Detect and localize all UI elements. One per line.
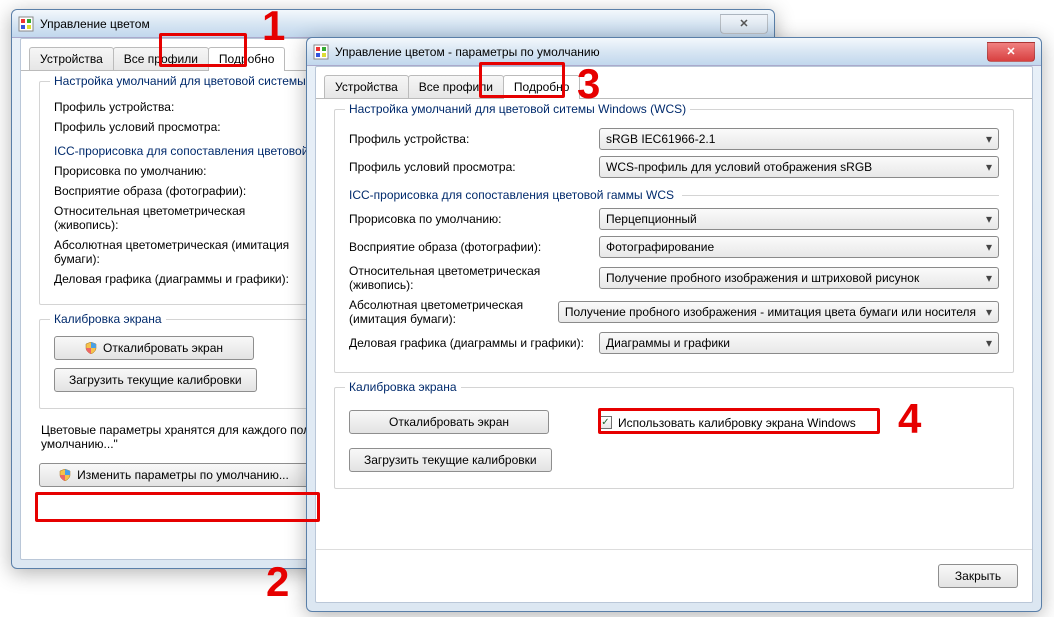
label-relative-color: Относительная цветометрическая (живопись…	[54, 204, 304, 232]
absolute-color-combo[interactable]: Получение пробного изображения - имитаци…	[558, 301, 999, 323]
combo-value: Перцепционный	[606, 212, 697, 226]
calibrate-screen-button[interactable]: Откалибровать экран	[349, 410, 549, 434]
titlebar[interactable]: Управление цветом - параметры по умолчан…	[307, 38, 1041, 66]
load-calibration-button[interactable]: Загрузить текущие калибровки	[54, 368, 257, 392]
color-management-icon	[313, 44, 329, 60]
group-legend: Калибровка экрана	[345, 380, 461, 394]
button-label: Загрузить текущие калибровки	[69, 373, 242, 387]
color-management-defaults-window: Управление цветом - параметры по умолчан…	[306, 37, 1042, 612]
uac-shield-icon	[59, 469, 71, 481]
tab-devices[interactable]: Устройства	[324, 75, 409, 98]
label-device-profile: Профиль устройства:	[349, 132, 599, 146]
button-label: Откалибровать экран	[103, 341, 223, 355]
label-render-default: Прорисовка по умолчанию:	[54, 164, 304, 178]
wcs-defaults-group: Настройка умолчаний для цветовой ситемы …	[334, 109, 1014, 373]
render-default-combo[interactable]: Перцепционный	[599, 208, 999, 230]
button-label: Загрузить текущие калибровки	[364, 453, 537, 467]
button-label: Откалибровать экран	[389, 415, 509, 429]
relative-color-combo[interactable]: Получение пробного изображения и штрихов…	[599, 267, 999, 289]
change-defaults-button[interactable]: Изменить параметры по умолчанию...	[39, 463, 309, 487]
tabs: Устройства Все профили Подробно	[316, 67, 1032, 99]
client-area: Устройства Все профили Подробно Настройк…	[315, 66, 1033, 603]
titlebar[interactable]: Управление цветом ✕	[12, 10, 774, 38]
tab-all-profiles[interactable]: Все профили	[408, 75, 504, 98]
load-calibration-button[interactable]: Загрузить текущие калибровки	[349, 448, 552, 472]
label-relative-color: Относительная цветометрическая (живопись…	[349, 264, 599, 292]
label-absolute-color: Абсолютная цветометрическая (имитация бу…	[349, 298, 558, 326]
color-management-icon	[18, 16, 34, 32]
window-title: Управление цветом - параметры по умолчан…	[335, 45, 987, 59]
button-label: Закрыть	[955, 569, 1001, 583]
group-legend: Калибровка экрана	[50, 312, 166, 326]
label-viewing-profile: Профиль условий просмотра:	[54, 120, 304, 134]
label-perceptual: Восприятие образа (фотографии):	[54, 184, 304, 198]
tab-all-profiles[interactable]: Все профили	[113, 47, 209, 70]
label-viewing-profile: Профиль условий просмотра:	[349, 160, 599, 174]
combo-value: WCS-профиль для условий отображения sRGB	[606, 160, 872, 174]
close-icon: ✕	[1006, 45, 1015, 58]
perceptual-combo[interactable]: Фотографирование	[599, 236, 999, 258]
window-title: Управление цветом	[40, 17, 720, 31]
use-windows-calibration-checkbox[interactable]: ✓ Использовать калибровку экрана Windows	[599, 416, 856, 430]
button-label: Изменить параметры по умолчанию...	[77, 468, 289, 482]
close-icon: ✕	[739, 17, 748, 30]
label-device-profile: Профиль устройства:	[54, 100, 304, 114]
close-button[interactable]: ✕	[987, 42, 1035, 62]
label-business: Деловая графика (диаграммы и графики):	[54, 272, 304, 286]
combo-value: Получение пробного изображения и штрихов…	[606, 271, 919, 285]
label-perceptual: Восприятие образа (фотографии):	[349, 240, 599, 254]
combo-value: Фотографирование	[606, 240, 714, 254]
combo-value: Получение пробного изображения - имитаци…	[565, 305, 976, 319]
device-profile-combo[interactable]: sRGB IEC61966-2.1	[599, 128, 999, 150]
checkbox-label: Использовать калибровку экрана Windows	[618, 416, 856, 430]
business-combo[interactable]: Диаграммы и графики	[599, 332, 999, 354]
uac-shield-icon	[85, 342, 97, 354]
close-button[interactable]: ✕	[720, 14, 768, 34]
label-render-default: Прорисовка по умолчанию:	[349, 212, 599, 226]
dialog-footer: Закрыть	[316, 549, 1032, 602]
tab-content: Настройка умолчаний для цветовой ситемы …	[316, 99, 1032, 549]
tab-devices[interactable]: Устройства	[29, 47, 114, 70]
tab-advanced[interactable]: Подробно	[208, 47, 286, 71]
group-legend: Настройка умолчаний для цветовой системы	[50, 74, 310, 88]
label-business: Деловая графика (диаграммы и графики):	[349, 336, 599, 350]
calibrate-screen-button[interactable]: Откалибровать экран	[54, 336, 254, 360]
combo-value: Диаграммы и графики	[606, 336, 730, 350]
combo-value: sRGB IEC61966-2.1	[606, 132, 715, 146]
calibration-group: Калибровка экрана Откалибровать экран ✓ …	[334, 387, 1014, 489]
viewing-profile-combo[interactable]: WCS-профиль для условий отображения sRGB	[599, 156, 999, 178]
checkbox-box: ✓	[599, 416, 612, 429]
label-absolute-color: Абсолютная цветометрическая (имитация бу…	[54, 238, 304, 266]
group-legend: Настройка умолчаний для цветовой ситемы …	[345, 102, 690, 116]
icc-subtitle: ICC-прорисовка для сопоставления цветово…	[349, 188, 999, 202]
tab-advanced[interactable]: Подробно	[503, 75, 581, 99]
close-dialog-button[interactable]: Закрыть	[938, 564, 1018, 588]
